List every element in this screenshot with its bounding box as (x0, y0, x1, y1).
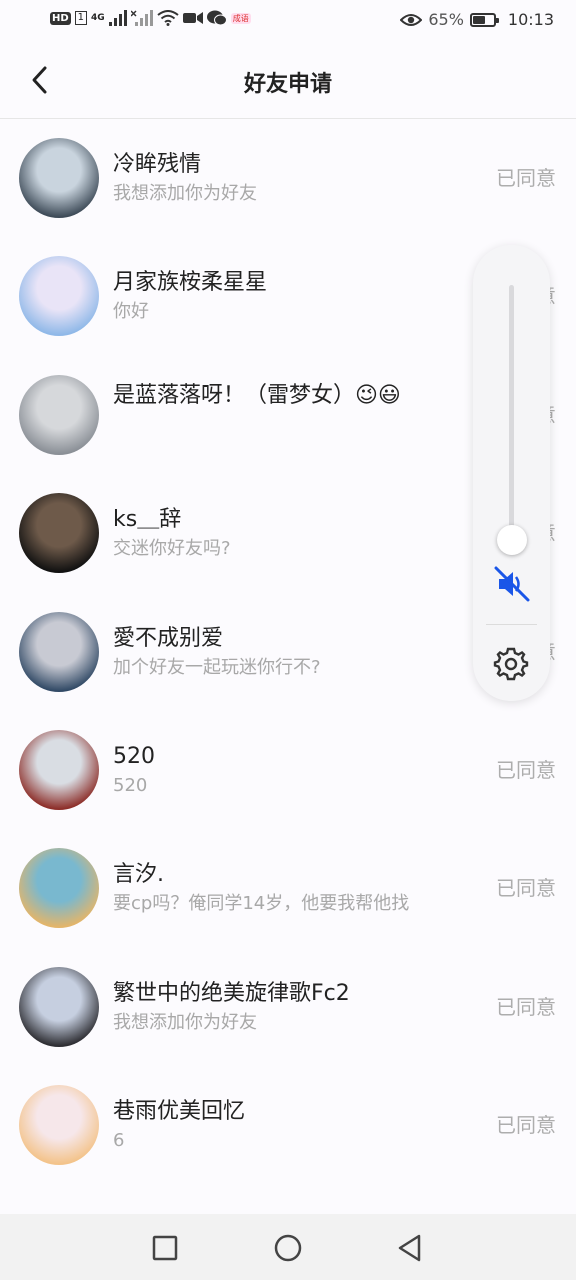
signal-off-icon (130, 10, 153, 26)
video-camera-icon (182, 12, 203, 24)
wechat-icon (206, 10, 227, 26)
request-message: 6 (113, 1130, 125, 1152)
requester-name: 言汐. (113, 862, 164, 888)
avatar[interactable] (19, 256, 99, 337)
sound-settings-button[interactable] (493, 645, 529, 681)
system-navigation-bar (0, 1214, 576, 1280)
circle-icon (274, 1234, 302, 1262)
avatar[interactable] (19, 374, 99, 455)
back-nav-button[interactable] (396, 1234, 424, 1262)
avatar[interactable] (19, 1085, 99, 1166)
avatar[interactable] (19, 848, 99, 929)
page-header: 好友申请 (0, 42, 576, 119)
requester-name: ks＿辞 (113, 507, 182, 533)
triangle-back-icon (398, 1234, 421, 1262)
request-message: 我想添加你为好友 (113, 1011, 257, 1033)
requester-name: 是蓝落落呀！（雷梦女）😉😃 (113, 382, 401, 408)
status-bar-right: 65% 10:13 (400, 10, 554, 29)
battery-percent: 65% (428, 10, 464, 29)
avatar[interactable] (19, 138, 99, 218)
status-bar: HD 1 4G 成语 65% 10:13 (0, 0, 576, 42)
mute-toggle-button[interactable] (493, 565, 531, 603)
battery-level (472, 15, 486, 24)
speaker-muted-icon (494, 566, 530, 602)
list-item[interactable]: 巷雨优美回忆 6 已同意 (0, 1066, 576, 1184)
list-item[interactable]: 520 520 已同意 (0, 711, 576, 829)
wifi-icon (157, 10, 179, 26)
requester-name: 繁世中的绝美旋律歌Fc2 (113, 980, 350, 1006)
request-message: 520 (113, 774, 148, 796)
app-badge: 成语 (230, 12, 251, 24)
request-message: 加个好友一起玩迷你行不? (113, 656, 321, 678)
request-message: 要cp吗？俺同学14岁，他要我帮他找 (113, 893, 410, 915)
volume-slider-thumb[interactable] (497, 525, 527, 555)
clock: 10:13 (507, 10, 554, 29)
requester-name: 520 (113, 743, 155, 769)
requester-name: 巷雨优美回忆 (113, 1099, 246, 1125)
gear-icon (493, 647, 529, 681)
page-title: 好友申请 (243, 72, 332, 97)
home-button[interactable] (274, 1234, 302, 1262)
request-status-label: 已同意 (496, 1113, 556, 1138)
status-bar-left: HD 1 4G 成语 (50, 10, 251, 26)
request-status-label: 已同意 (496, 994, 556, 1019)
volume-panel-divider (486, 624, 537, 625)
request-message: 我想添加你为好友 (113, 183, 257, 204)
list-item[interactable]: 冷眸残情我想添加你为好友 已同意 (0, 119, 576, 237)
request-status-label: 已同意 (496, 166, 556, 190)
network-type: 4G (91, 13, 105, 23)
requester-name: 月家族桉柔星星 (113, 270, 268, 296)
avatar[interactable] (19, 611, 99, 692)
battery-icon (469, 12, 499, 27)
volume-panel[interactable] (473, 245, 550, 701)
requester-name: 冷眸残情 (113, 152, 202, 177)
volume-slider-track[interactable] (509, 285, 514, 540)
hd-badge: HD (50, 11, 71, 25)
list-item[interactable]: 繁世中的绝美旋律歌Fc2 我想添加你为好友 已同意 (0, 948, 576, 1066)
square-icon (152, 1235, 178, 1261)
sim-badge: 1 (74, 11, 88, 25)
request-status-label: 已同意 (496, 876, 556, 901)
request-message: 交迷你好友吗? (113, 538, 231, 560)
avatar[interactable] (19, 966, 99, 1047)
eye-comfort-icon (400, 13, 423, 26)
request-message: 你好 (113, 301, 149, 323)
avatar[interactable] (19, 493, 99, 574)
requester-name: 愛不成别爱 (113, 625, 224, 651)
avatar[interactable] (19, 729, 99, 810)
recent-apps-button[interactable] (151, 1234, 179, 1262)
signal-icon (108, 10, 127, 26)
request-status-label: 已同意 (496, 757, 556, 782)
list-item[interactable]: 言汐. 要cp吗？俺同学14岁，他要我帮他找 已同意 (0, 829, 576, 947)
